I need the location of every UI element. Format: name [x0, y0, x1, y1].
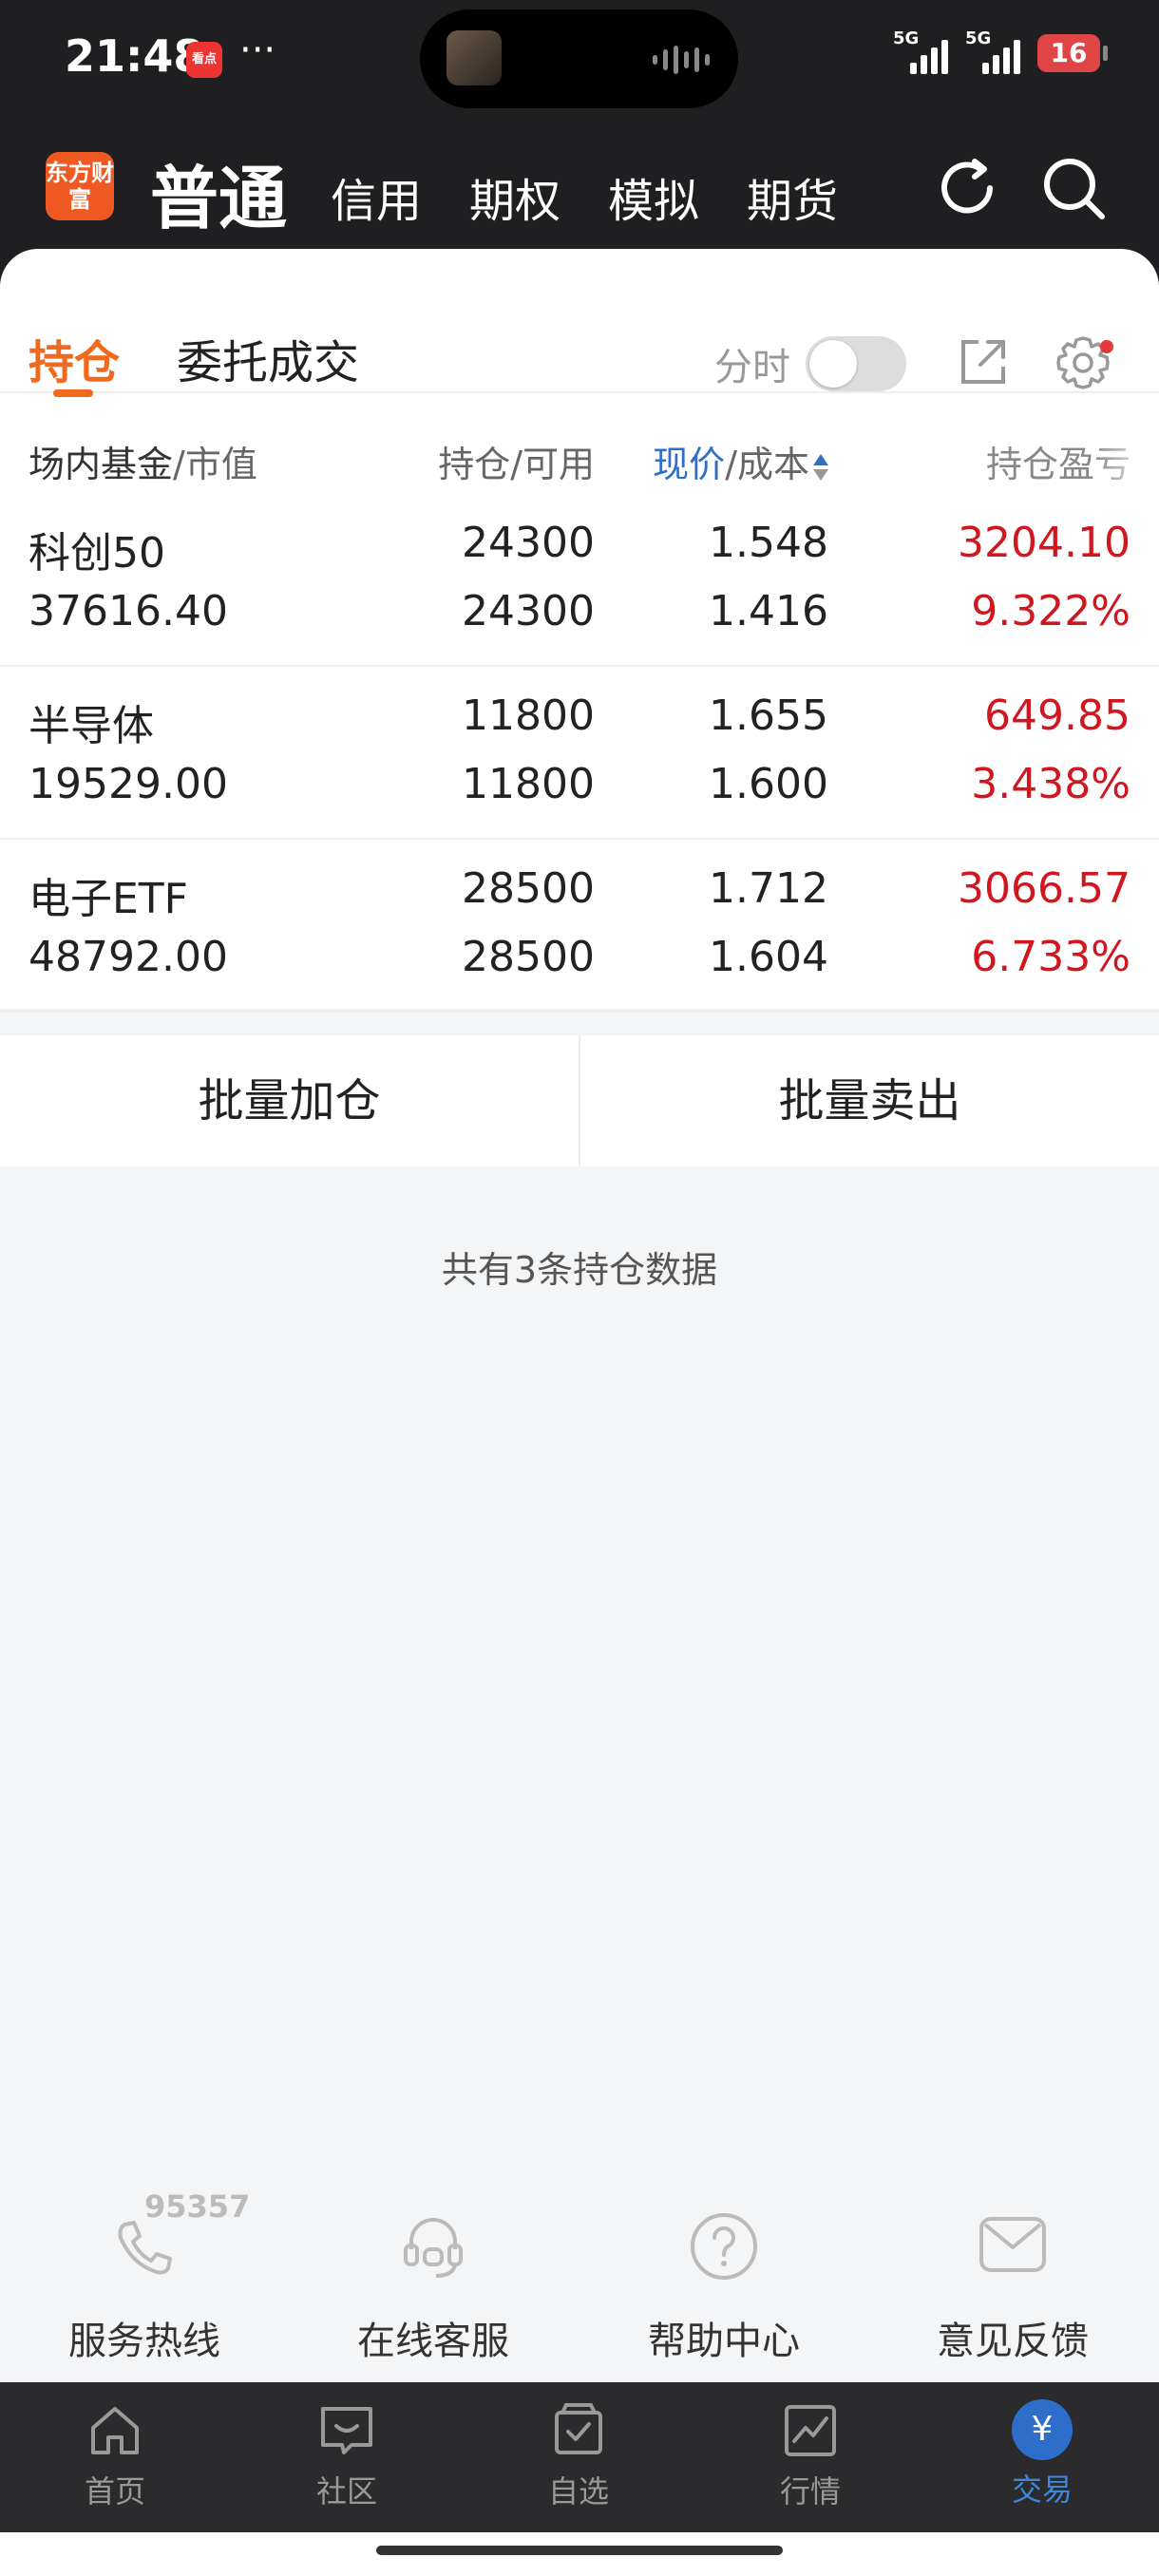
- col-header-position[interactable]: 持仓/可用: [438, 435, 595, 487]
- signal-icon: 5G: [893, 28, 954, 74]
- position: 24300: [462, 519, 595, 567]
- share-icon[interactable]: [954, 332, 1013, 391]
- available: 28500: [462, 933, 595, 981]
- service-label: 服务热线: [68, 2320, 220, 2363]
- service-label: 意见反馈: [937, 2320, 1089, 2363]
- nav-label: 自选: [547, 2473, 609, 2510]
- battery-icon: 16: [1037, 34, 1108, 72]
- timeshare-label: 分时: [714, 346, 790, 389]
- holdings-count-text: 共有3条持仓数据: [441, 1249, 718, 1291]
- pnl-percent: 3.438%: [971, 760, 1130, 808]
- cost-price: 1.604: [709, 933, 828, 981]
- home-indicator-area: [0, 2532, 1159, 2576]
- pnl-amount: 649.85: [984, 691, 1130, 740]
- bottom-nav: 首页 社区 自选 行情 ¥ 交易: [0, 2382, 1159, 2532]
- trade-icon: ¥: [1012, 2399, 1073, 2460]
- fund-name: 科创50: [28, 529, 165, 578]
- nav-label: 社区: [315, 2473, 377, 2510]
- more-notifications-icon: ···: [239, 28, 276, 72]
- service-feedback[interactable]: 意见反馈: [908, 2185, 1117, 2365]
- feedback-icon: [979, 2217, 1046, 2272]
- mode-tab-credit[interactable]: 信用: [331, 163, 422, 230]
- media-thumbnail: [446, 30, 502, 85]
- nav-home[interactable]: 首页: [44, 2399, 186, 2511]
- home-indicator[interactable]: [376, 2546, 783, 2555]
- table-row[interactable]: 电子ETF 48792.00 28500 28500 1.712 1.604 3…: [0, 840, 1159, 1013]
- active-tab-indicator: [53, 389, 93, 397]
- notification-app-icon: 看点: [186, 42, 222, 78]
- help-icon: [691, 2213, 757, 2280]
- mode-tab-options[interactable]: 期权: [469, 163, 560, 230]
- service-row: 95357 服务热线 在线客服 帮助中心 意见反馈: [0, 2185, 1159, 2375]
- batch-add-button[interactable]: 批量加仓: [0, 1035, 579, 1166]
- cost-price: 1.416: [709, 587, 828, 635]
- timeshare-toggle[interactable]: [806, 336, 906, 391]
- nav-watchlist[interactable]: 自选: [507, 2399, 650, 2511]
- mode-tab-normal[interactable]: 普通: [150, 142, 287, 242]
- signal-icon: 5G: [965, 28, 1026, 74]
- holdings-card: 持仓 委托成交 分时 场内基金/市值 持仓/可用 现价/成本 持仓盈亏 科创50…: [0, 249, 1159, 1013]
- table-row[interactable]: 半导体 19529.00 11800 11800 1.655 1.600 649…: [0, 667, 1159, 840]
- batch-sell-button[interactable]: 批量卖出: [580, 1035, 1159, 1166]
- nav-market[interactable]: 行情: [739, 2399, 882, 2511]
- table-header: 场内基金/市值 持仓/可用 现价/成本 持仓盈亏: [0, 420, 1159, 502]
- mode-tab-simulated[interactable]: 模拟: [608, 163, 699, 230]
- service-hotline[interactable]: 95357 服务热线: [40, 2185, 251, 2365]
- service-help-center[interactable]: 帮助中心: [619, 2185, 828, 2365]
- mode-tab-futures[interactable]: 期货: [747, 163, 838, 230]
- nav-label: 交易: [1011, 2472, 1073, 2508]
- refresh-icon[interactable]: [931, 152, 1003, 224]
- current-price: 1.712: [709, 864, 828, 913]
- header-fade: [1092, 435, 1159, 502]
- headset-icon: [404, 2218, 463, 2278]
- sort-icon: [813, 448, 828, 486]
- nav-community[interactable]: 社区: [276, 2399, 418, 2511]
- dynamic-island[interactable]: [420, 9, 738, 108]
- fund-name: 半导体: [28, 702, 154, 750]
- hotline-number: 95357: [144, 2188, 251, 2225]
- table-row[interactable]: 科创50 37616.40 24300 24300 1.548 1.416 32…: [0, 494, 1159, 667]
- cost-price: 1.600: [709, 760, 828, 808]
- tab-holdings[interactable]: 持仓: [28, 325, 120, 391]
- top-bar: 21:48 看点 ··· 5G 5G 16 东方财富 普通 信用 期权 模拟 期…: [0, 0, 1159, 285]
- nav-label: 行情: [779, 2473, 841, 2510]
- mode-tabs: 信用 期权 模拟 期货: [331, 163, 838, 230]
- service-online-support[interactable]: 在线客服: [329, 2185, 538, 2365]
- pnl-amount: 3066.57: [958, 864, 1130, 913]
- market-value: 19529.00: [28, 760, 228, 808]
- toggle-knob: [809, 340, 857, 388]
- available: 24300: [462, 587, 595, 635]
- col-header-name[interactable]: 场内基金/市值: [28, 435, 257, 487]
- current-price: 1.548: [709, 519, 828, 567]
- market-value: 37616.40: [28, 587, 228, 635]
- position: 11800: [462, 691, 595, 740]
- service-label: 在线客服: [357, 2320, 509, 2363]
- pnl-percent: 9.322%: [971, 587, 1130, 635]
- pnl-amount: 3204.10: [958, 519, 1130, 567]
- fund-name: 电子ETF: [28, 875, 188, 923]
- market-icon: [785, 2405, 836, 2456]
- sub-tabs: 持仓 委托成交 分时: [0, 277, 1159, 397]
- status-indicators: 5G 5G 16: [893, 28, 1108, 74]
- market-value: 48792.00: [28, 933, 228, 981]
- service-label: 帮助中心: [648, 2320, 800, 2363]
- current-price: 1.655: [709, 691, 828, 740]
- notification-dot: [1100, 340, 1113, 353]
- batch-actions: 批量加仓 批量卖出: [0, 1035, 1159, 1166]
- home-icon: [91, 2407, 139, 2454]
- community-icon: [321, 2407, 372, 2454]
- tab-orders[interactable]: 委托成交: [177, 325, 359, 391]
- app-logo[interactable]: 东方财富: [46, 152, 114, 220]
- position: 28500: [462, 864, 595, 913]
- nav-label: 首页: [84, 2473, 145, 2510]
- status-time: 21:48: [65, 30, 204, 82]
- holdings-list: 科创50 37616.40 24300 24300 1.548 1.416 32…: [0, 494, 1159, 1013]
- col-header-price[interactable]: 现价/成本: [653, 435, 828, 487]
- audio-wave-icon: [653, 46, 710, 74]
- pnl-percent: 6.733%: [971, 933, 1130, 981]
- nav-trade[interactable]: ¥ 交易: [971, 2399, 1113, 2510]
- search-icon[interactable]: [1037, 152, 1110, 224]
- watchlist-icon: [555, 2403, 602, 2454]
- available: 11800: [462, 760, 595, 808]
